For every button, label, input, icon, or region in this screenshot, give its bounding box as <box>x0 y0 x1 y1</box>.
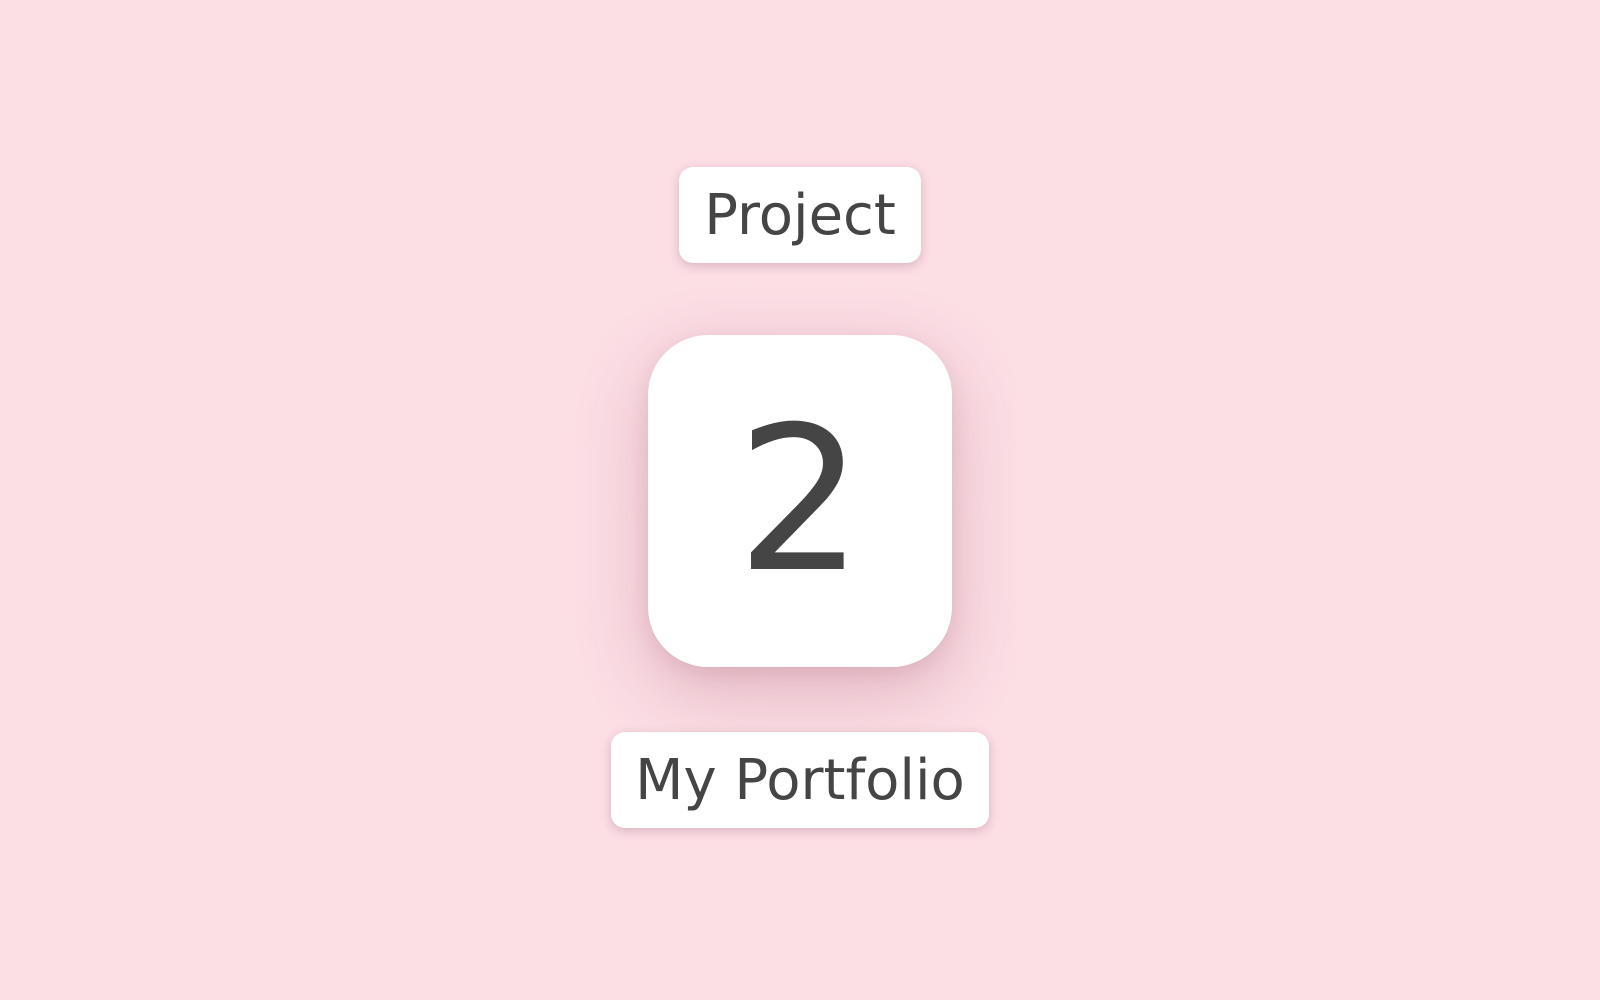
counter-value: 2 <box>736 384 864 617</box>
project-label-card: Project <box>679 167 921 263</box>
counter-tile[interactable]: 2 <box>648 335 952 667</box>
project-label: Project <box>704 182 896 248</box>
portfolio-label-card: My Portfolio <box>611 732 989 828</box>
page-background: Project 2 My Portfolio <box>0 0 1600 1000</box>
portfolio-label: My Portfolio <box>635 747 965 813</box>
